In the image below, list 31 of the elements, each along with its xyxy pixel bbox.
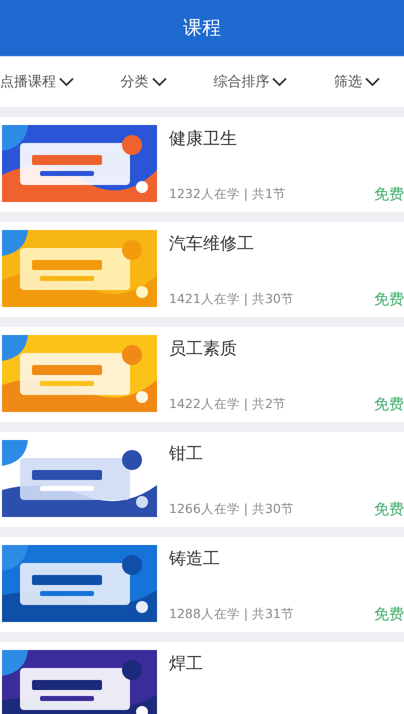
- course-title: 铸造工: [169, 548, 221, 570]
- course-title: 汽车维修工: [169, 233, 255, 255]
- course-title: 焊工: [169, 653, 204, 675]
- price-label: 免费: [374, 605, 404, 624]
- price-label: 免费: [374, 395, 404, 414]
- filter-dropdown[interactable]: 筛选: [334, 73, 380, 91]
- price-label: 免费: [374, 290, 404, 309]
- course-stats: 1232人在学 | 共1节: [169, 186, 286, 203]
- chevron-down-icon: [272, 77, 288, 87]
- filter-dropdown[interactable]: 点播课程: [0, 73, 74, 91]
- course-title: 员工素质: [169, 338, 238, 360]
- filter-dropdown[interactable]: 综合排序: [213, 73, 288, 91]
- course-title: 钳工: [169, 443, 204, 465]
- course-card[interactable]: 焊工: [0, 642, 404, 714]
- chevron-down-icon: [364, 77, 380, 87]
- course-stats: 1421人在学 | 共30节: [169, 291, 294, 308]
- course-card[interactable]: 钳工 1266人在学 | 共30节 免费: [0, 432, 404, 527]
- course-card[interactable]: 员工素质 1422人在学 | 共2节 免费: [0, 327, 404, 422]
- course-stats: 1288人在学 | 共31节: [169, 606, 294, 623]
- course-card[interactable]: 健康卫生 1232人在学 | 共1节 免费: [0, 117, 404, 212]
- page-title: 课程: [183, 16, 221, 41]
- filter-dropdown[interactable]: 分类: [120, 73, 167, 91]
- course-card[interactable]: 汽车维修工 1421人在学 | 共30节 免费: [0, 222, 404, 317]
- chevron-down-icon: [59, 77, 74, 87]
- course-card[interactable]: 铸造工 1288人在学 | 共31节 免费: [0, 537, 404, 632]
- price-label: 免费: [374, 500, 404, 519]
- course-stats: 1266人在学 | 共30节: [169, 501, 294, 518]
- course-stats: 1422人在学 | 共2节: [169, 396, 286, 413]
- course-title: 健康卫生: [169, 128, 238, 150]
- price-label: 免费: [374, 185, 404, 204]
- chevron-down-icon: [152, 77, 167, 87]
